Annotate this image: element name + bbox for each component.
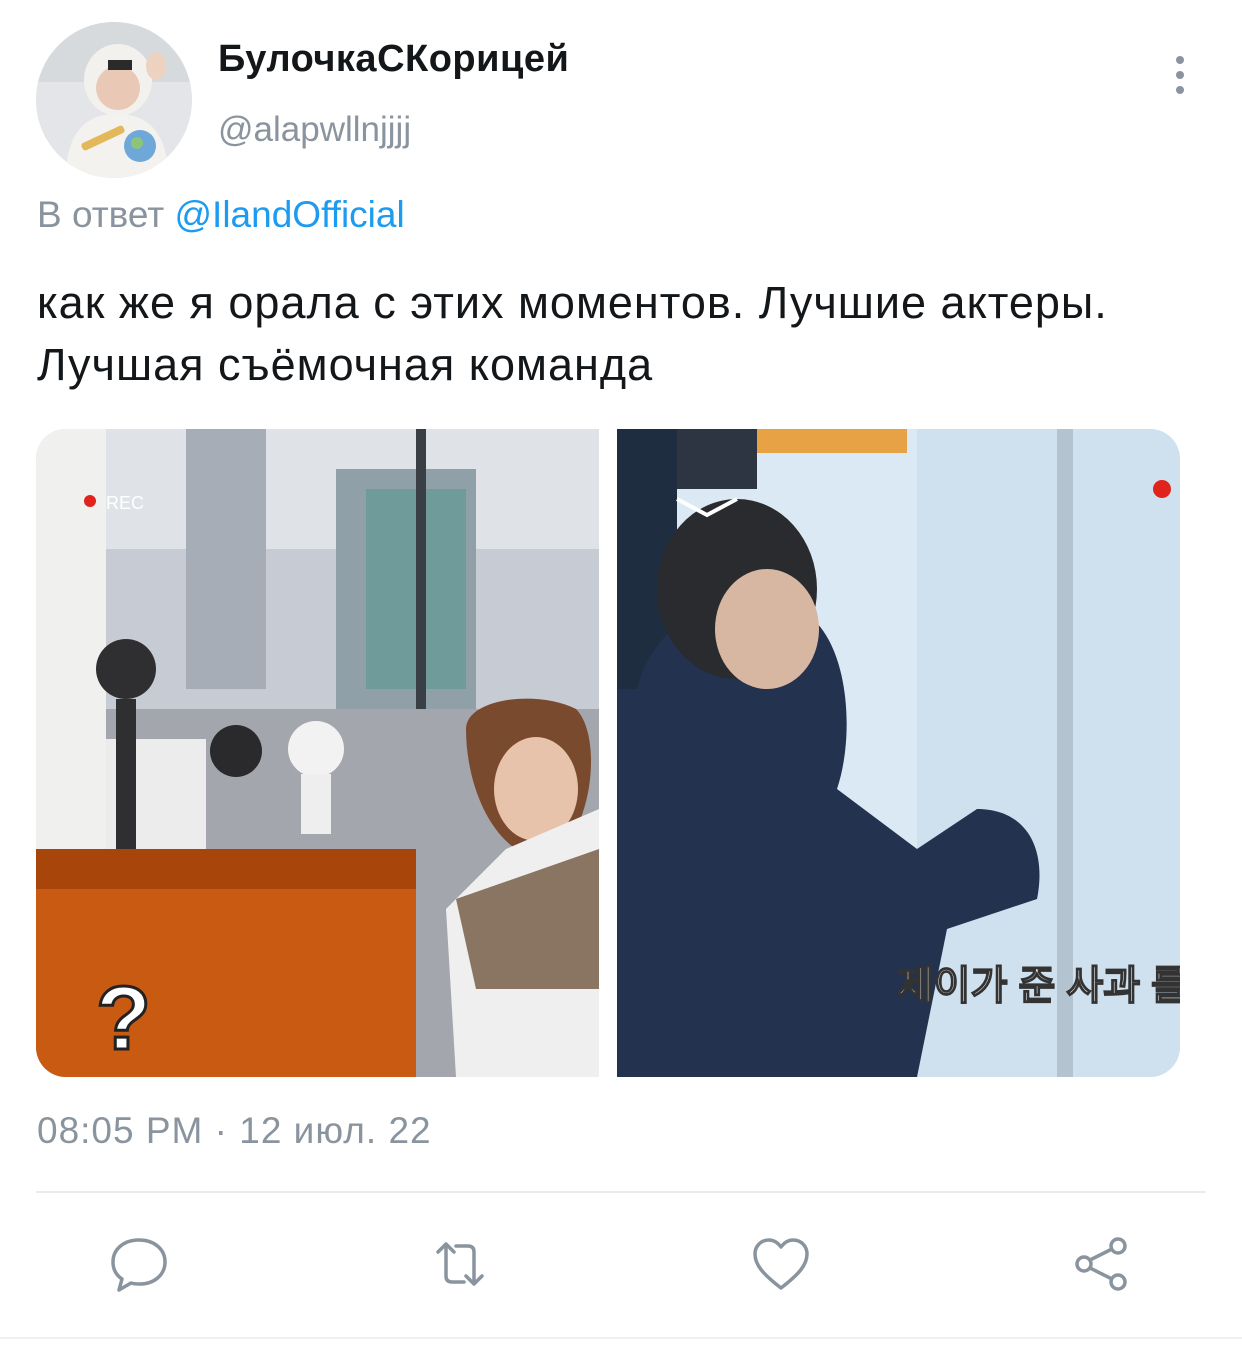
reply-context: В ответ @IlandOfficial [37,194,405,236]
tweet-text: как же я орала с этих моментов. Лучшие а… [37,277,1108,390]
divider-bottom [0,1337,1242,1339]
share-icon [1075,1237,1127,1291]
comment-icon [111,1238,167,1292]
more-options-icon[interactable] [1160,50,1200,100]
question-mark-overlay: ? [96,969,151,1069]
photo-left-image: REC ? [36,429,599,1077]
divider [36,1191,1206,1193]
display-name[interactable]: БулочкаСКорицей [218,38,569,81]
photo-right-image: 제이가 준 사과 를 [617,429,1180,1077]
user-handle[interactable]: @alapwllnjjjj [218,110,411,150]
reply-button[interactable] [107,1232,171,1296]
reply-mention-link[interactable]: @IlandOfficial [175,194,405,235]
tweet-timestamp[interactable]: 08:05 PM · 12 июл. 22 [37,1110,432,1152]
media-photo-left[interactable]: REC ? [36,429,599,1077]
avatar-image [36,22,192,178]
media-photo-right[interactable]: 제이가 준 사과 를 [617,429,1180,1077]
like-button[interactable] [749,1232,813,1296]
heart-icon [753,1238,809,1290]
share-button[interactable] [1070,1232,1134,1296]
avatar[interactable] [36,22,192,178]
retweet-button[interactable] [428,1232,492,1296]
retweet-icon [436,1242,484,1286]
reply-prefix: В ответ [37,194,165,235]
video-caption: 제이가 준 사과 를 [897,964,1180,1008]
rec-label: REC [106,493,144,513]
